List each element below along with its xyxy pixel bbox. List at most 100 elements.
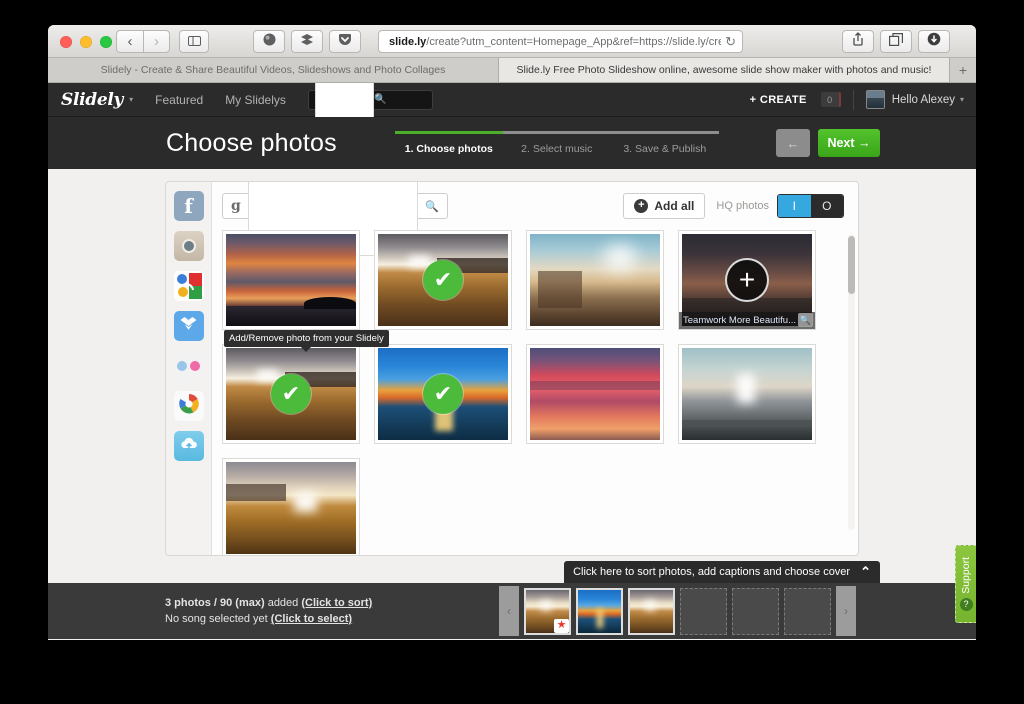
downloads-button[interactable]	[918, 30, 950, 53]
photo-tile[interactable]	[526, 344, 664, 444]
search-icon[interactable]: 🔍	[425, 200, 439, 213]
star-icon: ★	[556, 619, 567, 631]
search-icon: 🔍	[374, 94, 387, 105]
create-button[interactable]: + CREATE	[750, 94, 807, 106]
avatar[interactable]	[865, 90, 885, 109]
filmstrip-thumb[interactable]	[576, 587, 623, 635]
layers-icon	[300, 33, 314, 51]
scrollbar-thumb[interactable]	[848, 236, 855, 294]
chevron-up-icon[interactable]: ⌃	[860, 564, 871, 580]
source-upload[interactable]	[173, 431, 204, 461]
add-all-button[interactable]: + Add all	[623, 193, 706, 219]
pocket-icon	[338, 33, 352, 51]
step-indicator: 1. Choose photos 2. Select music 3. Save…	[394, 131, 719, 155]
filmstrip-empty-slot[interactable]	[680, 587, 727, 635]
photo-selected-check[interactable]: ✔	[423, 374, 463, 414]
source-facebook[interactable]: f	[173, 191, 204, 221]
extension-button-3[interactable]	[329, 30, 361, 53]
slidely-logo[interactable]: Slidely	[61, 90, 123, 110]
hq-toggle-on[interactable]: I	[778, 195, 811, 217]
step-2-select-music[interactable]: 2. Select music	[502, 131, 611, 155]
google-icon	[173, 271, 204, 301]
source-google[interactable]	[173, 271, 204, 301]
forward-button[interactable]: ›	[143, 30, 170, 53]
maximize-window-button[interactable]	[100, 36, 112, 48]
address-bar[interactable]: slide.ly/create?utm_content=Homepage_App…	[378, 30, 743, 53]
sort-photos-label: Click here to sort photos, add captions …	[573, 566, 851, 578]
hq-photos-toggle[interactable]: I O	[777, 194, 844, 218]
photo-tile[interactable]: ✔	[222, 344, 360, 444]
photo-tile[interactable]: ✔	[374, 344, 512, 444]
chevron-down-icon[interactable]: ▾	[129, 95, 133, 104]
sort-photos-bar[interactable]: Click here to sort photos, add captions …	[564, 561, 880, 583]
click-to-sort-link[interactable]: (Click to sort)	[301, 597, 372, 609]
close-window-button[interactable]	[60, 36, 72, 48]
reload-icon[interactable]: ↻	[725, 34, 736, 50]
extension-button-1[interactable]	[253, 30, 285, 53]
photo-tile[interactable]	[526, 230, 664, 330]
picasa-icon	[177, 392, 201, 421]
photo-tooltip-text: Add/Remove photo from your Slidely	[229, 333, 384, 344]
photo-thumbnail	[226, 462, 356, 554]
notifications-badge[interactable]: 0	[820, 92, 841, 107]
page-title: Choose photos	[166, 128, 337, 157]
image-search-input[interactable]: g Search for images 🔍	[222, 182, 448, 256]
share-button[interactable]	[842, 30, 874, 53]
extension-button-2[interactable]	[291, 30, 323, 53]
user-greeting[interactable]: Hello Alexey	[892, 94, 955, 106]
photo-zoom-button[interactable]: 🔍	[798, 313, 813, 327]
filmstrip-empty-slot[interactable]	[732, 587, 779, 635]
filmstrip-thumb[interactable]: ★	[524, 587, 571, 635]
nav-link-featured[interactable]: Featured	[155, 93, 203, 107]
photo-tile[interactable]: + Teamwork More Beautifu... 🔍	[678, 230, 816, 330]
filmstrip-empty-slot[interactable]	[784, 587, 831, 635]
bottom-status-bar: 3 photos / 90 (max) added (Click to sort…	[48, 583, 976, 639]
nav-link-my-slidelys[interactable]: My Slidelys	[225, 93, 286, 107]
show-tabs-button[interactable]	[880, 30, 912, 53]
nav-search-input[interactable]: Search 🔍	[307, 83, 433, 150]
filmstrip-thumb-image	[578, 589, 621, 633]
download-icon	[927, 32, 941, 51]
add-photo-button[interactable]: +	[725, 258, 769, 302]
arrow-left-icon: ←	[786, 135, 800, 151]
filmstrip-next-button[interactable]: ›	[836, 586, 856, 636]
hq-toggle-off[interactable]: O	[810, 195, 843, 217]
photo-tile[interactable]	[222, 458, 360, 555]
filmstrip-thumb[interactable]	[628, 587, 675, 635]
hq-photos-label: HQ photos	[716, 200, 769, 212]
selected-photos-filmstrip: ‹ ★ ›	[499, 586, 856, 636]
photo-grid-scrollbar[interactable]	[848, 234, 855, 530]
chevron-down-icon[interactable]: ▾	[960, 95, 964, 104]
filmstrip-prev-button[interactable]: ‹	[499, 586, 519, 636]
browser-tab-1-title: Slidely - Create & Share Beautiful Video…	[100, 64, 446, 76]
minimize-window-button[interactable]	[80, 36, 92, 48]
source-instagram[interactable]	[173, 231, 204, 261]
browser-tab-1[interactable]: Slidely - Create & Share Beautiful Video…	[48, 58, 499, 82]
dropbox-icon	[180, 316, 197, 336]
photo-selected-check[interactable]: ✔	[423, 260, 463, 300]
plus-circle-icon: +	[634, 199, 649, 213]
source-picasa[interactable]	[173, 391, 204, 421]
photo-count: 3 photos / 90 (max)	[165, 596, 265, 609]
source-flickr[interactable]	[173, 351, 204, 381]
support-tab[interactable]: Support ?	[955, 545, 976, 623]
next-step-button[interactable]: Next →	[818, 129, 880, 157]
browser-tab-2[interactable]: Slide.ly Free Photo Slideshow online, aw…	[499, 58, 950, 82]
check-icon: ✔	[281, 381, 301, 406]
photo-tile[interactable]: Add/Remove photo from your Slidely	[222, 230, 389, 347]
source-dropbox[interactable]	[173, 311, 204, 341]
new-tab-button[interactable]: +	[950, 58, 976, 82]
photo-selected-check[interactable]: ✔	[271, 374, 311, 414]
photo-tile[interactable]: ✔	[374, 230, 512, 330]
step-1-choose-photos[interactable]: 1. Choose photos	[394, 131, 503, 155]
back-button[interactable]: ‹	[116, 30, 143, 53]
back-step-button[interactable]: ←	[776, 129, 810, 157]
cover-star-badge[interactable]: ★	[554, 618, 569, 633]
step-3-save-publish[interactable]: 3. Save & Publish	[610, 131, 719, 155]
nav-divider	[852, 89, 854, 110]
step-1-label: 1. Choose photos	[404, 143, 493, 155]
sidebar-toggle-button[interactable]	[179, 30, 209, 53]
click-to-select-link[interactable]: (Click to select)	[271, 613, 352, 625]
chevron-right-icon: ›	[844, 604, 848, 618]
photo-tile[interactable]	[678, 344, 816, 444]
